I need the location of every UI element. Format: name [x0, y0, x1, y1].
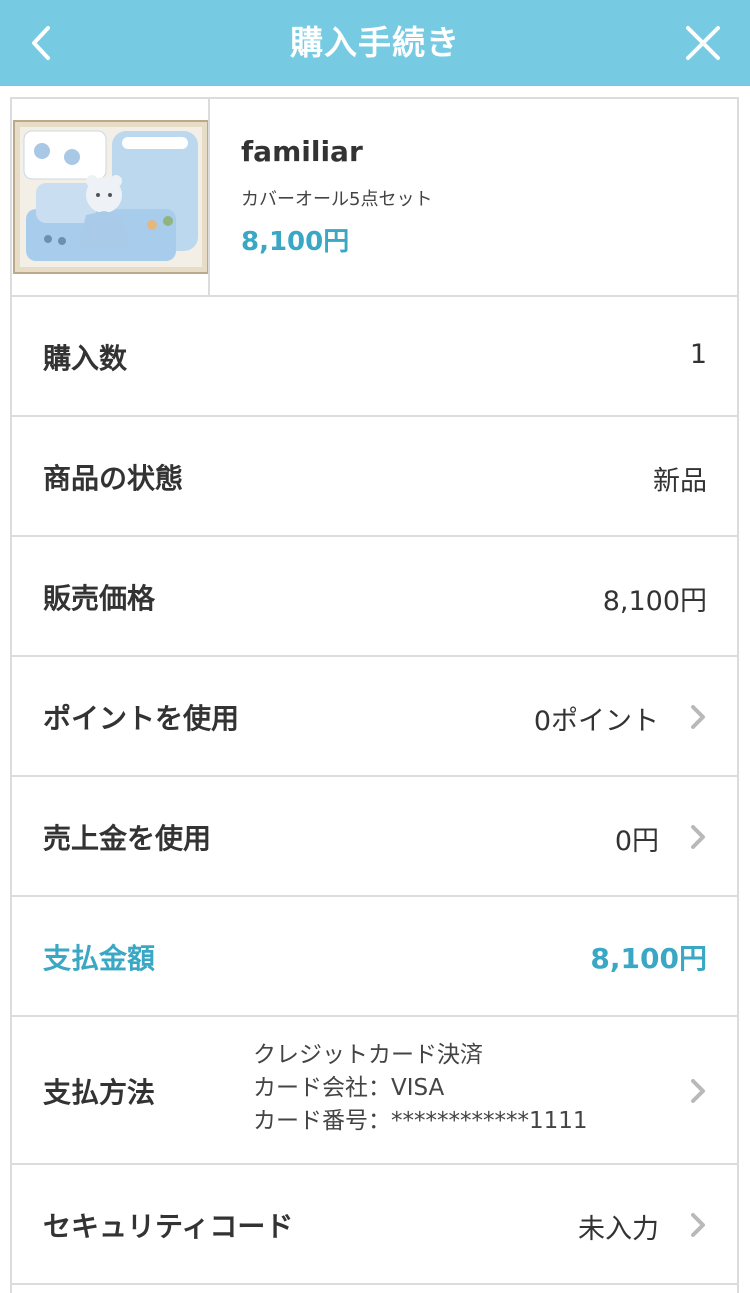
chevron-right-icon [691, 825, 705, 849]
row-payment-method[interactable]: 支払方法 クレジットカード決済 カード会社：VISA カード番号：*******… [12, 1017, 737, 1165]
quantity-label: 購入数 [43, 342, 128, 375]
row-use-points[interactable]: ポイントを使用 0ポイント [12, 657, 737, 777]
product-name: カバーオール5点セット [241, 189, 433, 210]
condition-value: 新品 [653, 466, 707, 497]
page-title: 購入手続き [290, 23, 460, 62]
payment-type: クレジットカード決済 [253, 1042, 483, 1068]
chevron-right-icon [691, 705, 705, 729]
product-thumbnail [12, 99, 210, 295]
row-sale-price: 販売価格 8,100円 [12, 537, 737, 657]
card-number: カード番号：************1111 [253, 1108, 588, 1134]
condition-label: 商品の状態 [43, 462, 184, 495]
product-image [13, 120, 209, 274]
chevron-right-icon [691, 1213, 705, 1237]
product-brand: familiar [241, 135, 363, 168]
use-sales-value: 0円 [614, 826, 659, 857]
card-company: カード会社：VISA [253, 1075, 445, 1101]
header-bar: 購入手続き [0, 0, 750, 86]
row-use-sales[interactable]: 売上金を使用 0円 [12, 777, 737, 897]
use-points-label: ポイントを使用 [43, 702, 240, 735]
use-points-value: 0ポイント [533, 706, 659, 737]
product-summary[interactable]: familiar カバーオール5点セット 8,100円 [12, 99, 737, 297]
payment-total-label: 支払金額 [43, 942, 156, 975]
payment-method-details: クレジットカード決済 カード会社：VISA カード番号：************… [253, 1039, 588, 1138]
security-code-value: 未入力 [578, 1214, 659, 1245]
payment-total-value: 8,100円 [590, 942, 707, 975]
sale-price-value: 8,100円 [602, 586, 707, 617]
purchase-card: familiar カバーオール5点セット 8,100円 購入数 1 商品の状態 … [10, 97, 739, 1293]
quantity-value: 1 [689, 339, 707, 370]
row-payment-total: 支払金額 8,100円 [12, 897, 737, 1017]
sale-price-label: 販売価格 [43, 582, 156, 615]
payment-method-label: 支払方法 [43, 1076, 156, 1109]
row-quantity: 購入数 1 [12, 297, 737, 417]
security-code-label: セキュリティコード [43, 1210, 294, 1243]
product-price: 8,100円 [241, 227, 350, 257]
row-security-code[interactable]: セキュリティコード 未入力 [12, 1165, 737, 1285]
use-sales-label: 売上金を使用 [43, 822, 212, 855]
chevron-right-icon [691, 1079, 705, 1103]
row-condition: 商品の状態 新品 [12, 417, 737, 537]
close-icon[interactable] [680, 20, 726, 66]
